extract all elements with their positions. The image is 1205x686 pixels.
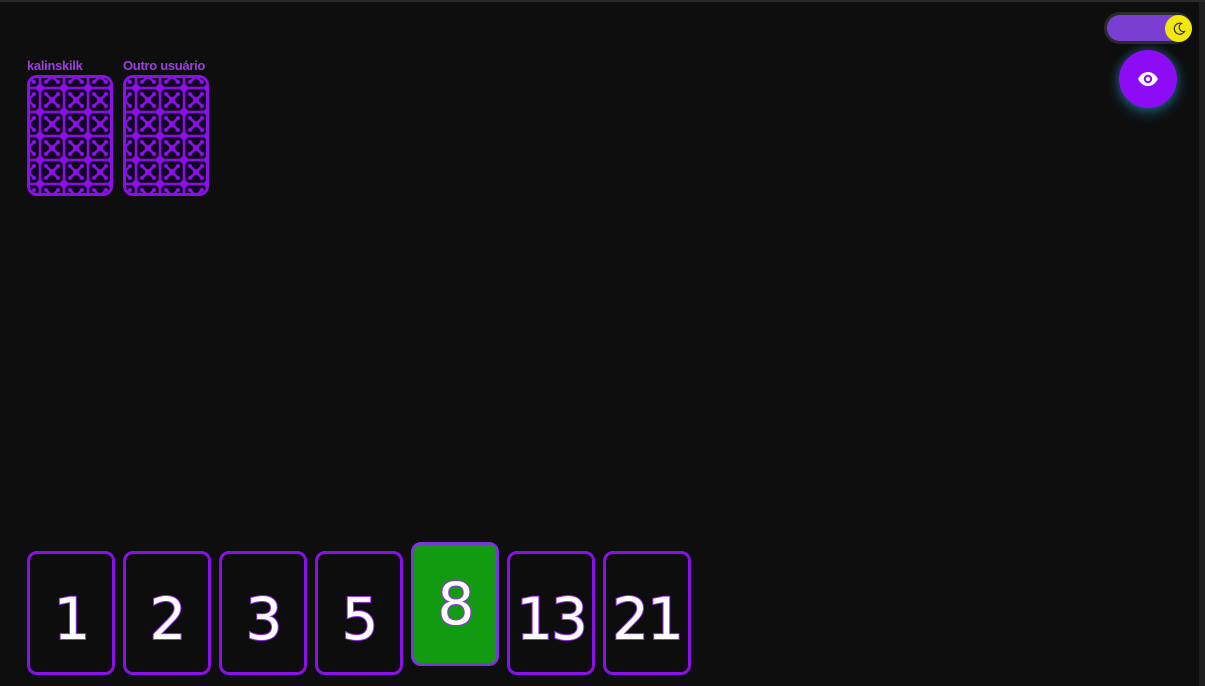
player-slot: Outro usuário (123, 58, 211, 196)
card-value: 21 (611, 585, 685, 653)
vote-card-1[interactable]: 1 (27, 551, 115, 675)
player-slot: kalinskilk (27, 58, 115, 196)
app-canvas: kalinskilk Outro usuário 1 2 3 5 8 13 21 (0, 0, 1205, 686)
eye-icon (1138, 72, 1158, 86)
card-value: 2 (149, 585, 188, 653)
vote-card-5[interactable]: 5 (315, 551, 403, 675)
theme-toggle[interactable] (1104, 12, 1192, 44)
card-value: 1 (53, 585, 92, 653)
reveal-cards-button[interactable] (1119, 50, 1177, 108)
vote-card-2[interactable]: 2 (123, 551, 211, 675)
scrollbar[interactable] (1199, 2, 1205, 686)
card-back-pattern (30, 78, 110, 193)
vote-card-13[interactable]: 13 (507, 551, 595, 675)
card-value: 13 (515, 585, 589, 653)
player-name: Outro usuário (123, 58, 206, 73)
players-area: kalinskilk Outro usuário (27, 58, 211, 196)
face-down-card (123, 75, 209, 196)
player-name: kalinskilk (27, 58, 83, 73)
card-value: 5 (341, 585, 380, 653)
face-down-card (27, 75, 113, 196)
card-back-pattern (126, 78, 206, 193)
vote-card-8[interactable]: 8 (411, 542, 499, 666)
vote-card-3[interactable]: 3 (219, 551, 307, 675)
toggle-knob (1165, 15, 1192, 42)
card-value: 3 (245, 585, 284, 653)
card-value: 8 (437, 570, 476, 638)
vote-card-21[interactable]: 21 (603, 551, 691, 675)
moon-icon (1173, 22, 1186, 35)
